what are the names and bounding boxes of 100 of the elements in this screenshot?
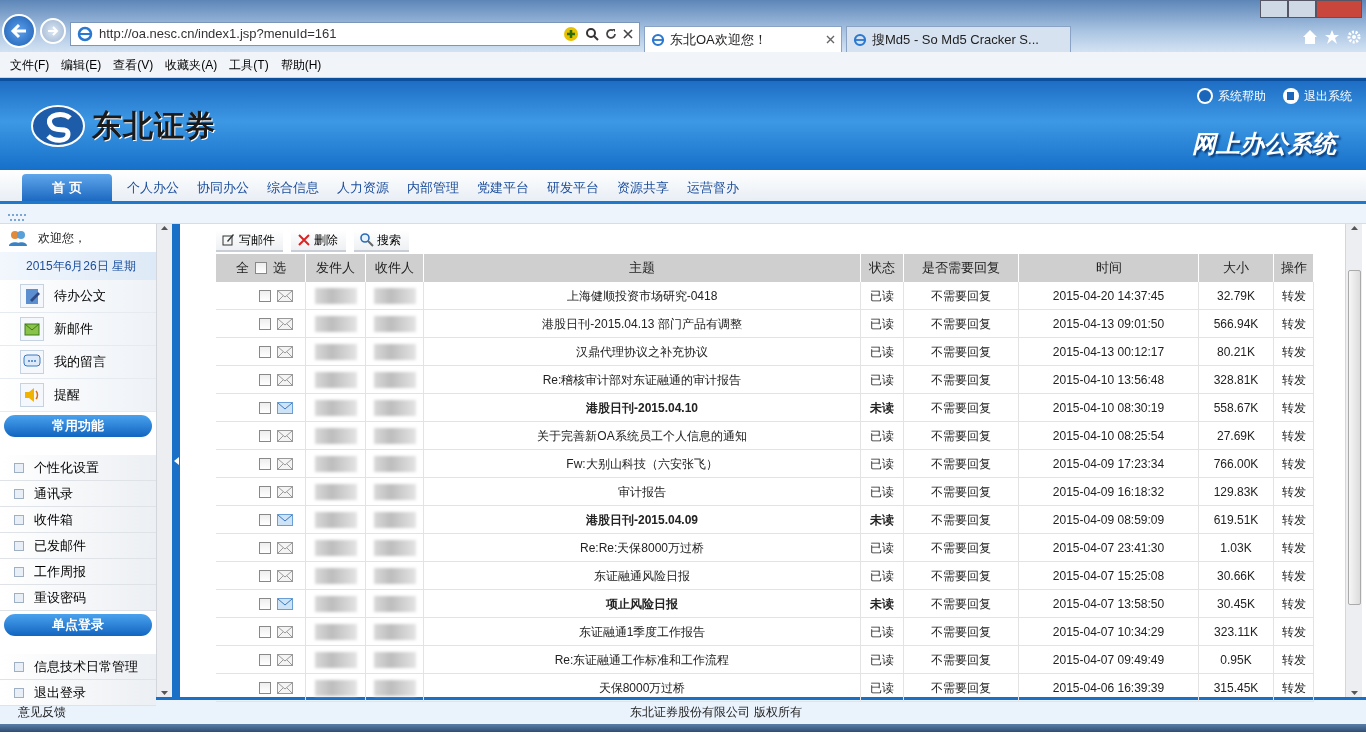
nav-tab[interactable]: 人力资源: [328, 174, 398, 201]
nav-tab[interactable]: 资源共享: [608, 174, 678, 201]
delete-icon: [297, 233, 311, 247]
forward-link[interactable]: 转发: [1274, 478, 1314, 506]
close-icon[interactable]: [826, 35, 835, 44]
menu-item[interactable]: 收藏夹(A): [159, 55, 224, 74]
table-cell: 已读: [861, 562, 904, 590]
row-checkbox[interactable]: [259, 485, 271, 498]
settings-icon[interactable]: [1346, 29, 1362, 45]
menu-item[interactable]: 工具(T): [223, 55, 275, 74]
sidebar-item[interactable]: 我的留言: [0, 346, 156, 379]
nav-tab[interactable]: 党建平台: [468, 174, 538, 201]
redacted-name: [373, 651, 416, 668]
sidebar-link[interactable]: 信息技术日常管理: [0, 654, 156, 680]
table-cell: 2015-04-20 14:37:45: [1019, 282, 1199, 310]
star-icon[interactable]: [1324, 29, 1340, 45]
sidebar-link[interactable]: 通讯录: [0, 481, 156, 507]
redacted-name: [373, 315, 416, 332]
forward-link[interactable]: 转发: [1274, 310, 1314, 338]
row-checkbox[interactable]: [259, 681, 271, 694]
forward-link[interactable]: 转发: [1274, 282, 1314, 310]
forward-link[interactable]: 转发: [1274, 562, 1314, 590]
scroll-up-icon: [161, 226, 168, 230]
table-cell: 不需要回复: [904, 394, 1019, 422]
table-cell: 关于完善新OA系统员工个人信息的通知: [424, 422, 861, 450]
forward-link[interactable]: 转发: [1274, 646, 1314, 674]
home-icon[interactable]: [1302, 29, 1318, 45]
sidebar-link[interactable]: 收件箱: [0, 507, 156, 533]
row-checkbox[interactable]: [259, 401, 271, 414]
row-checkbox[interactable]: [259, 597, 271, 610]
collapse-arrow-icon[interactable]: [173, 456, 179, 465]
row-checkbox[interactable]: [259, 373, 271, 386]
feedback-link[interactable]: 意见反馈: [18, 703, 66, 721]
sidebar-link[interactable]: 已发邮件: [0, 533, 156, 559]
forward-button[interactable]: [40, 18, 66, 44]
forward-link[interactable]: 转发: [1274, 366, 1314, 394]
redacted-name: [314, 455, 357, 472]
menu-item[interactable]: 帮助(H): [274, 55, 328, 74]
sidebar-link[interactable]: 个性化设置: [0, 455, 156, 481]
forward-link[interactable]: 转发: [1274, 422, 1314, 450]
sidebar-item[interactable]: 新邮件: [0, 313, 156, 346]
forward-arrow-icon: [47, 25, 59, 37]
row-checkbox[interactable]: [259, 653, 271, 666]
forward-link[interactable]: 转发: [1274, 450, 1314, 478]
table-cell: 不需要回复: [904, 562, 1019, 590]
row-checkbox[interactable]: [259, 345, 271, 358]
nav-tab[interactable]: 个人办公: [118, 174, 188, 201]
row-checkbox[interactable]: [259, 625, 271, 638]
forward-link[interactable]: 转发: [1274, 394, 1314, 422]
sidebar-link[interactable]: 退出登录: [0, 680, 156, 706]
forward-link[interactable]: 转发: [1274, 506, 1314, 534]
redacted-name: [373, 623, 416, 640]
table-cell: 566.94K: [1199, 310, 1274, 338]
header-link[interactable]: 退出系统: [1282, 87, 1352, 105]
scrollbar[interactable]: [156, 224, 172, 697]
sidebar-item[interactable]: 待办公文: [0, 280, 156, 313]
row-checkbox[interactable]: [259, 457, 271, 470]
back-button[interactable]: [2, 14, 36, 48]
sidebar-link[interactable]: 重设密码: [0, 585, 156, 611]
redacted-name: [314, 651, 357, 668]
nav-tab[interactable]: 协同办公: [188, 174, 258, 201]
address-bar[interactable]: http://oa.nesc.cn/index1.jsp?menuId=161: [70, 22, 640, 46]
table-cell: 129.83K: [1199, 478, 1274, 506]
row-checkbox[interactable]: [259, 541, 271, 554]
table-cell: 不需要回复: [904, 338, 1019, 366]
nav-tab[interactable]: 首 页: [22, 174, 112, 201]
row-checkbox[interactable]: [259, 569, 271, 582]
menu-item[interactable]: 查看(V): [107, 55, 160, 74]
table-cell: 328.81K: [1199, 366, 1274, 394]
redacted-name: [373, 427, 416, 444]
header-link[interactable]: 系统帮助: [1196, 87, 1266, 105]
sidebar-link[interactable]: 工作周报: [0, 559, 156, 585]
scrollbar[interactable]: [1345, 224, 1362, 697]
nav-tab[interactable]: 研发平台: [538, 174, 608, 201]
logo-emblem-icon: [30, 103, 86, 148]
row-checkbox[interactable]: [259, 429, 271, 442]
table-cell: 已读: [861, 534, 904, 562]
select-all-checkbox[interactable]: [254, 262, 267, 274]
nav-tab[interactable]: 综合信息: [258, 174, 328, 201]
row-checkbox[interactable]: [259, 289, 271, 302]
menu-item[interactable]: 编辑(E): [55, 55, 108, 74]
sidebar-item[interactable]: 提醒: [0, 379, 156, 412]
page-icon: [651, 32, 665, 47]
row-checkbox[interactable]: [259, 513, 271, 526]
column-header: 操作: [1274, 254, 1314, 282]
browser-tab[interactable]: 搜Md5 - So Md5 Cracker S...: [846, 26, 1071, 52]
forward-link[interactable]: 转发: [1274, 618, 1314, 646]
row-checkbox[interactable]: [259, 317, 271, 330]
minimize-button[interactable]: [1260, 0, 1288, 18]
redacted-name: [373, 567, 416, 584]
nav-tab[interactable]: 内部管理: [398, 174, 468, 201]
scroll-thumb[interactable]: [1347, 270, 1361, 605]
forward-link[interactable]: 转发: [1274, 338, 1314, 366]
nav-tab[interactable]: 运营督办: [678, 174, 748, 201]
maximize-button[interactable]: [1288, 0, 1316, 18]
forward-link[interactable]: 转发: [1274, 590, 1314, 618]
forward-link[interactable]: 转发: [1274, 534, 1314, 562]
menu-item[interactable]: 文件(F): [4, 55, 56, 74]
browser-tab[interactable]: 东北OA欢迎您！: [644, 26, 842, 52]
toolbar-button[interactable]: 搜索: [354, 230, 409, 252]
